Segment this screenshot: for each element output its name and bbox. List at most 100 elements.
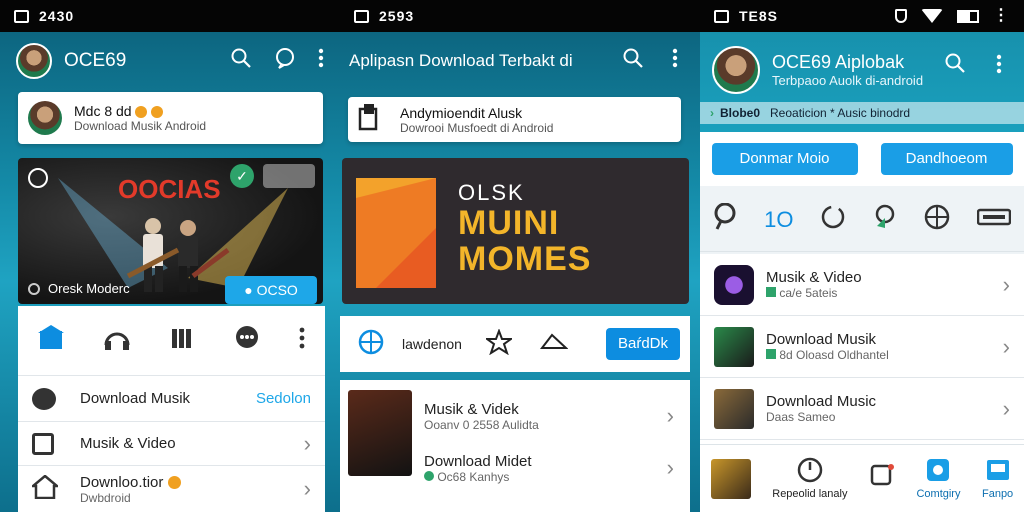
image-icon bbox=[354, 9, 369, 23]
chevron-right-icon: › bbox=[303, 430, 311, 456]
drive-icon[interactable] bbox=[539, 332, 569, 357]
panel-right: TE8S ⋮ OCE69 Aiplobak Terbpaoo Auolk di-… bbox=[700, 0, 1024, 512]
pin-icon[interactable] bbox=[713, 202, 737, 236]
profile-card[interactable]: Mdc 8 dd Download Musik Android bbox=[18, 92, 323, 144]
list-item-label: Musik & Video bbox=[80, 435, 176, 452]
avatar[interactable] bbox=[712, 46, 760, 94]
app-bar: OCE69 bbox=[0, 32, 340, 90]
user-icon: ● bbox=[244, 282, 253, 298]
bottom-nav: Repeolid lanaly Comtgiry Fanpo bbox=[700, 444, 1024, 512]
banner[interactable]: OLSK MUINI MOMES bbox=[342, 158, 689, 304]
keyboard-icon[interactable] bbox=[976, 208, 1011, 231]
green-square-icon bbox=[766, 287, 776, 297]
list-item[interactable]: Download Musik 8d Oloasd Oldhantel › bbox=[700, 316, 1024, 378]
album-thumbnail bbox=[714, 326, 754, 367]
list-item-label: Download Music bbox=[766, 393, 877, 410]
more-vertical-icon[interactable] bbox=[318, 48, 324, 74]
star-icon[interactable] bbox=[483, 327, 515, 360]
headphones-icon[interactable] bbox=[103, 325, 131, 356]
banner-line3: MOMES bbox=[458, 240, 592, 278]
refresh-icon[interactable] bbox=[820, 204, 846, 235]
profile-subtitle: Terbpaoo Auolk di-android bbox=[772, 73, 924, 88]
more-vertical-icon[interactable]: ⋮ bbox=[993, 8, 1010, 24]
list-item[interactable]: Downloo.tior Dwbdroid › bbox=[18, 466, 325, 512]
green-dot-icon bbox=[424, 470, 434, 481]
search-icon[interactable] bbox=[230, 47, 252, 75]
avatar[interactable] bbox=[16, 43, 52, 79]
info-card-subtitle: Dowrooi Musfoedt di Android bbox=[400, 120, 554, 135]
action-button[interactable]: BaŕdDk bbox=[606, 328, 680, 360]
panel-left: 2430 OCE69 Mdc 8 dd Download Musik Andro… bbox=[0, 0, 340, 512]
bottom-sheet: Download Musik Sedolon Musik & Video › D… bbox=[18, 306, 325, 512]
list-item-label: Download Musik bbox=[766, 331, 877, 348]
album-thumbnail bbox=[348, 390, 412, 476]
list-item-action[interactable]: Sedolon bbox=[256, 390, 311, 407]
list-item[interactable]: Download Music Daas Sameo › bbox=[700, 378, 1024, 440]
list-item[interactable]: Download Musik Sedolon bbox=[18, 376, 325, 422]
nav-notification[interactable] bbox=[869, 463, 895, 494]
info-card[interactable]: Andymioendit Alusk Dowrooi Musfoedt di A… bbox=[348, 97, 681, 142]
chat-icon[interactable] bbox=[234, 325, 260, 356]
chevron-right-icon: › bbox=[1002, 333, 1010, 359]
profile-card-subtitle: Download Musik Android bbox=[74, 119, 207, 133]
profile-card-title: Mdc 8 dd bbox=[74, 103, 206, 119]
primary-button-right[interactable]: Dandhoeom bbox=[880, 143, 1013, 175]
list-item[interactable]: Musik & Videk Ooanv 0 2558 Aulidta › bbox=[424, 392, 674, 440]
banner-line1: OLSK bbox=[458, 180, 525, 205]
more-vertical-icon[interactable] bbox=[672, 48, 678, 74]
list-item[interactable]: Musik & Video › bbox=[18, 422, 325, 466]
list-item-label: Musik & Video bbox=[766, 269, 862, 286]
info-card-title: Andymioendit Alusk bbox=[400, 104, 523, 121]
list-item[interactable]: Download Midet Oc68 Kanhys › bbox=[424, 444, 674, 492]
action-bar-label[interactable]: lawdenon bbox=[402, 336, 462, 352]
status-bar: 2593 bbox=[340, 0, 700, 32]
globe-icon[interactable] bbox=[358, 329, 384, 360]
nav-image[interactable]: Fanpo bbox=[982, 457, 1013, 500]
status-time: TE8S bbox=[739, 8, 779, 24]
banner-strip: › Blobe0 Reoaticion * Ausic binodrd bbox=[700, 102, 1024, 124]
search-icon[interactable] bbox=[622, 47, 644, 75]
quick-actions: 1O bbox=[700, 188, 1024, 252]
list-item-label: Download Musik bbox=[80, 390, 191, 407]
shield-icon bbox=[895, 9, 907, 23]
coin-icon bbox=[151, 106, 164, 119]
search-icon[interactable] bbox=[944, 52, 966, 79]
play-circle-icon[interactable] bbox=[28, 168, 48, 188]
album-thumbnail bbox=[710, 458, 751, 499]
chevron-right-icon: › bbox=[666, 455, 674, 480]
app-bar: Aplipasn Download Terbakt di bbox=[340, 32, 700, 90]
category-icon bbox=[925, 459, 951, 487]
more-vertical-icon[interactable] bbox=[996, 54, 1002, 79]
location-icon[interactable] bbox=[873, 204, 897, 235]
list-item-sub: Ooanv 0 2558 Aulidta bbox=[424, 417, 539, 432]
list-item-sub: ca/e 5ateis bbox=[766, 286, 862, 300]
primary-button-left[interactable]: Donmar Moio bbox=[711, 143, 858, 175]
album-thumbnail bbox=[714, 388, 754, 429]
list-item-sub: 8d Oloasd Oldhantel bbox=[766, 348, 889, 362]
hero-banner[interactable]: OOCIAS ✓ Oresk Moderc ● OCSO bbox=[18, 158, 323, 304]
nav-category[interactable]: Comtgiry bbox=[916, 457, 960, 500]
media-list: Musik & Videk Ooanv 0 2558 Aulidta › Dow… bbox=[340, 380, 690, 512]
chevron-right-icon: › bbox=[666, 403, 674, 428]
list-item-sub: Dwbdroid bbox=[80, 490, 131, 505]
more-vertical-icon[interactable] bbox=[299, 327, 305, 354]
hero-caption: Oresk Moderc bbox=[28, 281, 130, 296]
coin-icon bbox=[135, 106, 148, 119]
poster-title: OOCIAS bbox=[118, 174, 221, 204]
globe-icon[interactable] bbox=[924, 204, 950, 235]
status-bar: 2430 bbox=[0, 0, 340, 32]
archive-icon bbox=[32, 432, 54, 455]
disc-icon bbox=[28, 282, 40, 295]
nav-recent[interactable]: Repeolid lanaly bbox=[772, 457, 847, 500]
list-item[interactable]: Musik & Video ca/e 5ateis › bbox=[700, 254, 1024, 316]
library-icon[interactable] bbox=[170, 326, 194, 355]
hero-badge-button[interactable]: ● OCSO bbox=[225, 276, 317, 304]
chat-bubble-icon[interactable] bbox=[274, 47, 296, 75]
home-icon[interactable] bbox=[37, 325, 64, 356]
cast-button[interactable] bbox=[263, 164, 315, 188]
list-item-label: Download Midet bbox=[424, 452, 532, 470]
content-list: Musik & Video ca/e 5ateis › Download Mus… bbox=[700, 254, 1024, 444]
app-title: OCE69 bbox=[64, 50, 127, 71]
count-badge[interactable]: 1O bbox=[764, 207, 793, 233]
header: OCE69 Aiplobak Terbpaoo Auolk di-android… bbox=[700, 32, 1024, 132]
